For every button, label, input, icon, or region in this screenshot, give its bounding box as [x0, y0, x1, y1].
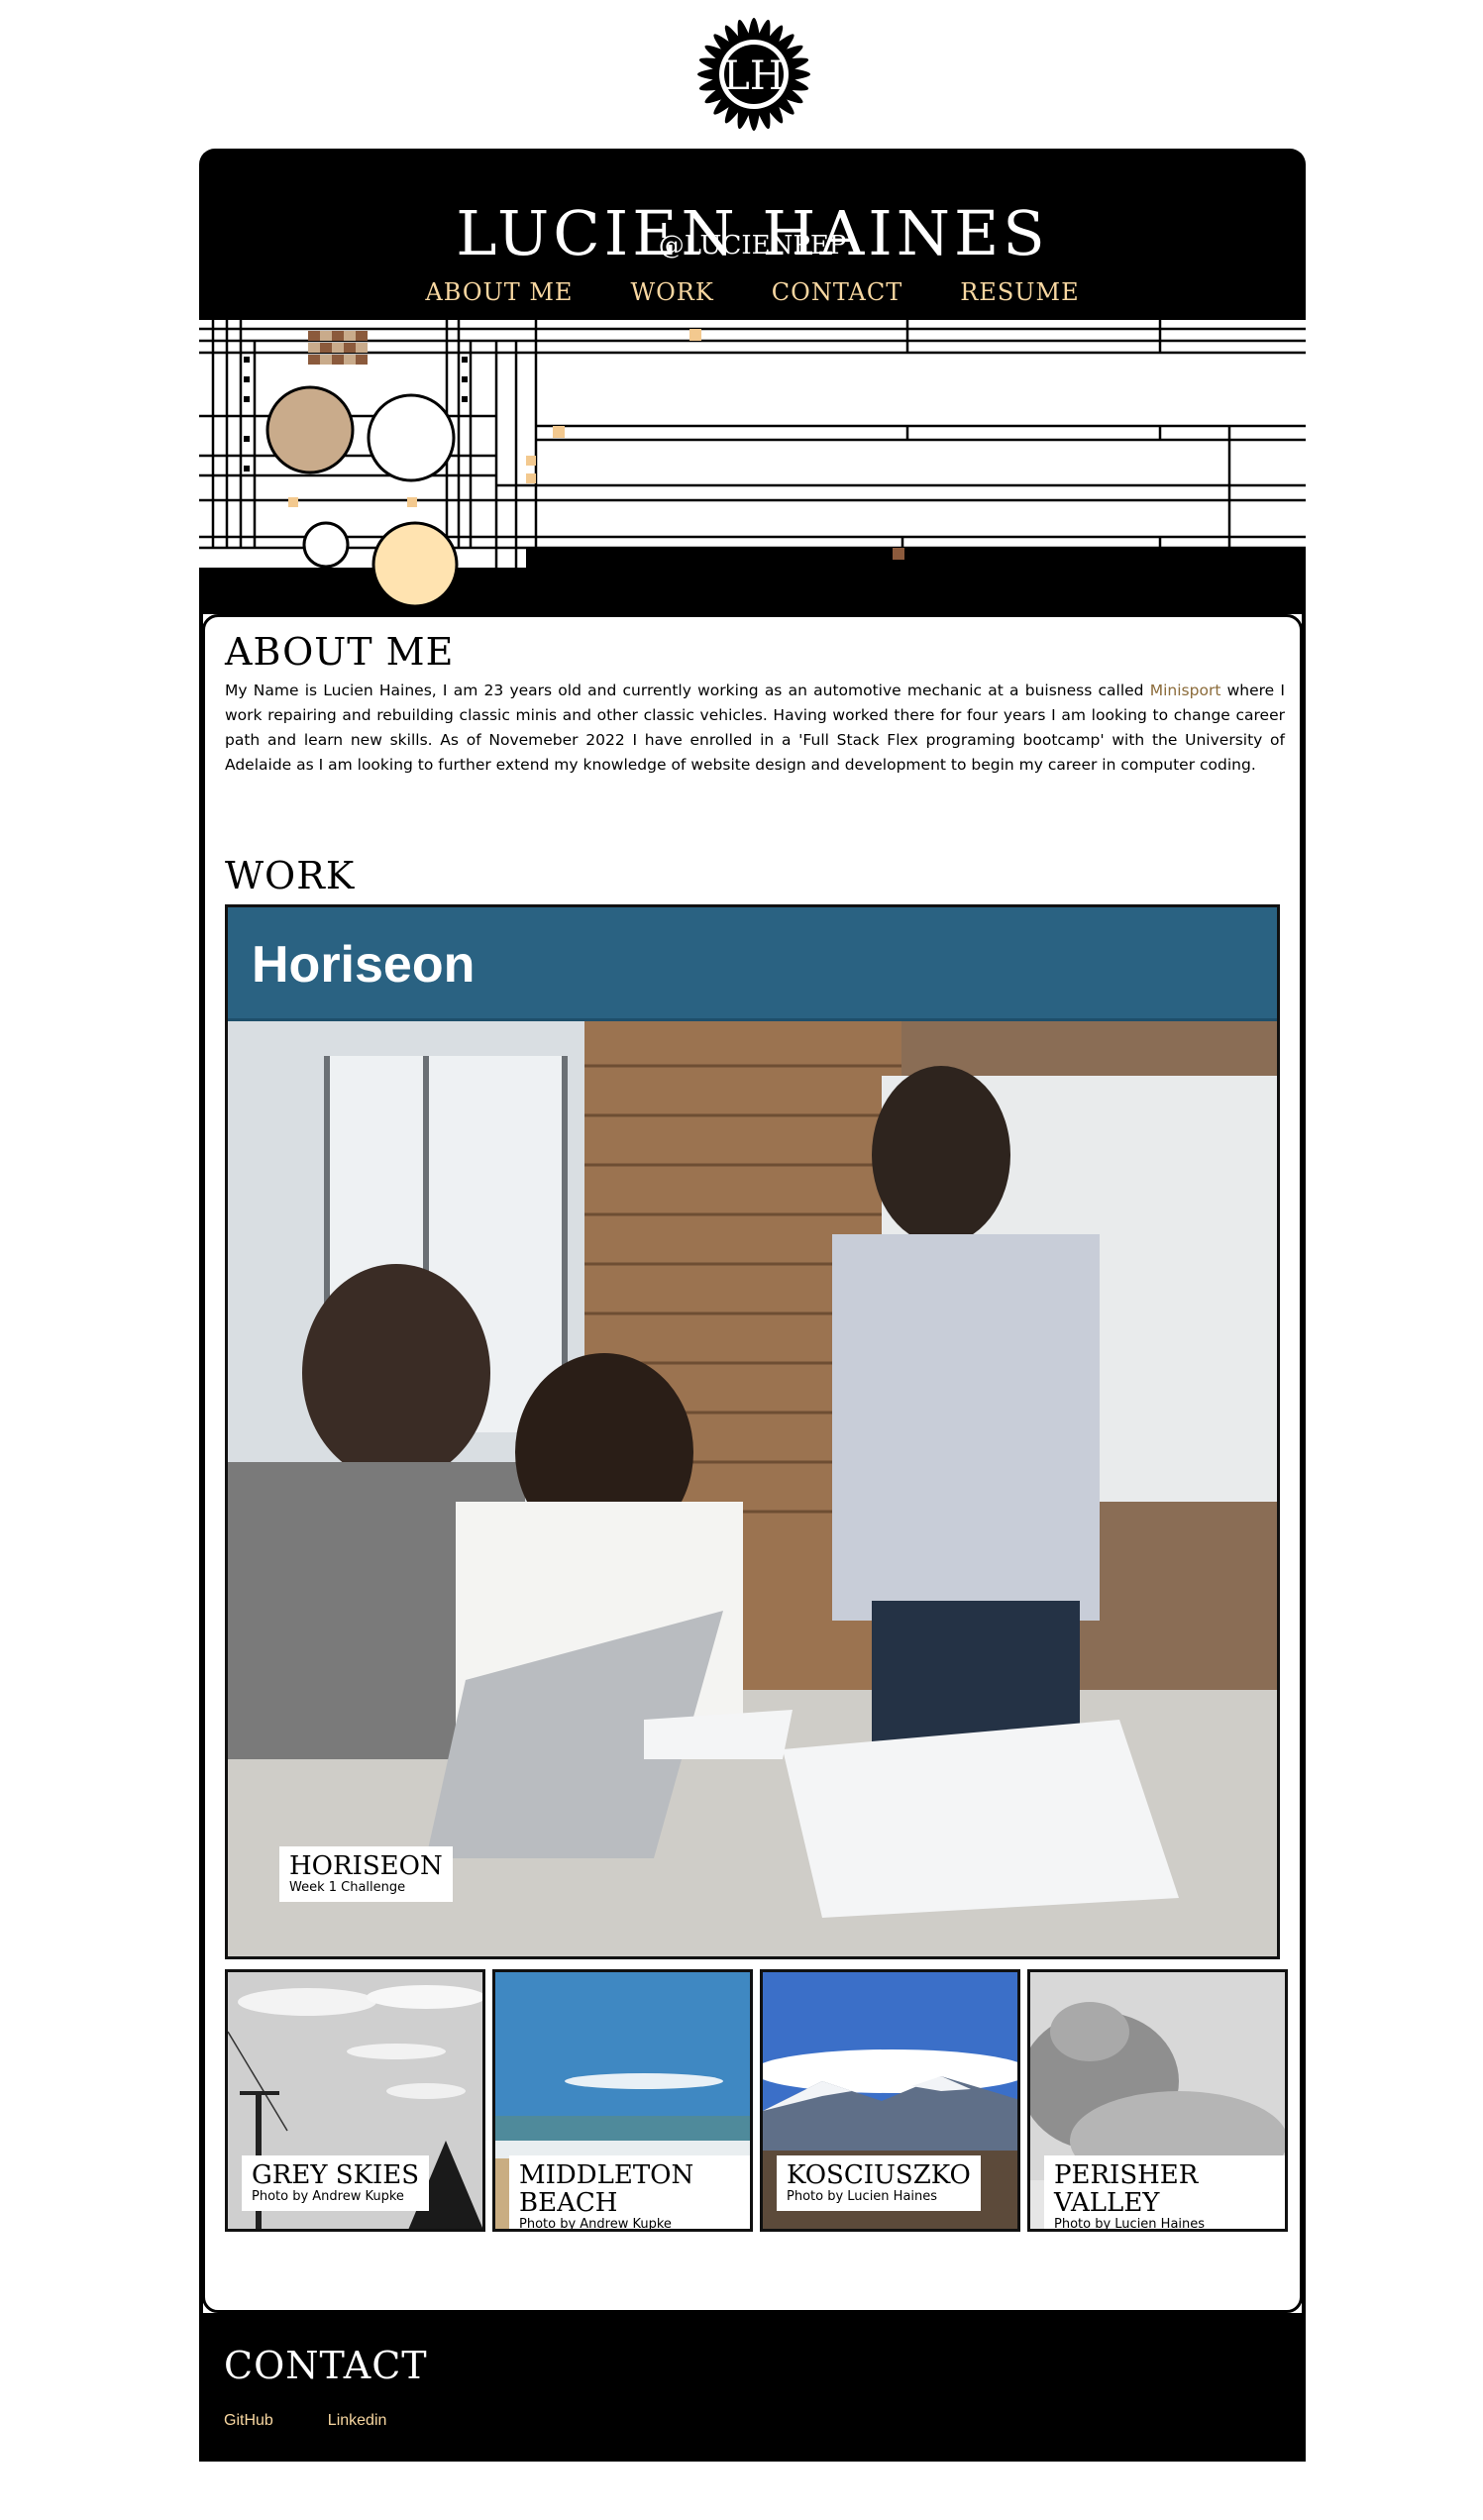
perisher-valley-credit: Photo by Lucien Haines	[1054, 2217, 1206, 2232]
about-paragraph: My Name is Lucien Haines, I am 23 years …	[225, 679, 1285, 778]
nav-work[interactable]: WORK	[630, 272, 713, 312]
logo-petal	[697, 68, 716, 80]
nav-contact[interactable]: CONTACT	[772, 272, 902, 312]
middleton-beach-title: MIDDLETON BEACH	[519, 2160, 694, 2218]
featured-project-subtitle: Week 1 Challenge	[289, 1880, 406, 1895]
project-card-middleton-beach[interactable]: MIDDLETON BEACH Photo by Andrew Kupke	[492, 1969, 753, 2232]
linkedin-link[interactable]: Linkedin	[328, 2412, 387, 2430]
main-content-card: ABOUT ME My Name is Lucien Haines, I am …	[202, 614, 1303, 2313]
featured-project-title: HORISEON	[289, 1851, 443, 1881]
nav-resume[interactable]: RESUME	[960, 272, 1079, 312]
logo-monogram-text: LH	[723, 53, 784, 99]
grey-skies-title: GREY SKIES	[252, 2160, 420, 2190]
horiseon-banner-text: Horiseon	[252, 936, 476, 994]
grey-skies-label: GREY SKIES Photo by Andrew Kupke	[242, 2155, 430, 2211]
kosciuszko-title: KOSCIUSZKO	[787, 2160, 971, 2190]
logo-petal	[792, 68, 810, 80]
team-meeting-photo	[228, 1018, 1277, 1956]
horiseon-banner: Horiseon	[228, 907, 1277, 1021]
project-card-grey-skies[interactable]: GREY SKIES Photo by Andrew Kupke	[225, 1969, 485, 2232]
site-header: LUCIEN HAINES @LUCIENPEP ABOUT ME WORK C…	[199, 149, 1306, 317]
kosciuszko-label: KOSCIUSZKO Photo by Lucien Haines	[777, 2155, 981, 2211]
nav-about-me[interactable]: ABOUT ME	[425, 272, 573, 312]
project-card-kosciuszko[interactable]: KOSCIUSZKO Photo by Lucien Haines	[760, 1969, 1020, 2232]
decorative-banner	[199, 317, 1306, 614]
project-card-perisher-valley[interactable]: PERISHER VALLEY Photo by Lucien Haines	[1027, 1969, 1288, 2232]
about-heading: ABOUT ME	[225, 630, 455, 674]
grey-skies-credit: Photo by Andrew Kupke	[252, 2189, 404, 2204]
featured-project-card[interactable]: Horiseon HORISEON Week 1 Challenge	[225, 904, 1280, 1959]
featured-project-label: HORISEON Week 1 Challenge	[279, 1846, 453, 1902]
contact-heading: CONTACT	[224, 2344, 428, 2387]
about-text-part-1: My Name is Lucien Haines, I am 23 years …	[225, 682, 1150, 699]
minisport-link[interactable]: Minisport	[1150, 682, 1221, 699]
work-heading: WORK	[225, 854, 356, 897]
middleton-beach-label: MIDDLETON BEACH Photo by Andrew Kupke	[509, 2155, 750, 2232]
perisher-valley-label: PERISHER VALLEY Photo by Lucien Haines	[1044, 2155, 1285, 2232]
social-handle: @LUCIENPEP	[658, 231, 847, 261]
logo-petal	[748, 18, 760, 37]
github-link[interactable]: GitHub	[224, 2412, 273, 2430]
monogram-logo: LH	[680, 0, 828, 149]
middleton-beach-credit: Photo by Andrew Kupke	[519, 2217, 672, 2232]
logo-petal	[748, 112, 760, 131]
kosciuszko-credit: Photo by Lucien Haines	[787, 2189, 938, 2204]
contact-links: GitHub Linkedin	[224, 2412, 386, 2430]
site-footer: CONTACT GitHub Linkedin	[199, 2313, 1306, 2462]
main-nav: ABOUT ME WORK CONTACT RESUME	[199, 272, 1306, 312]
perisher-valley-title: PERISHER VALLEY	[1054, 2160, 1199, 2218]
